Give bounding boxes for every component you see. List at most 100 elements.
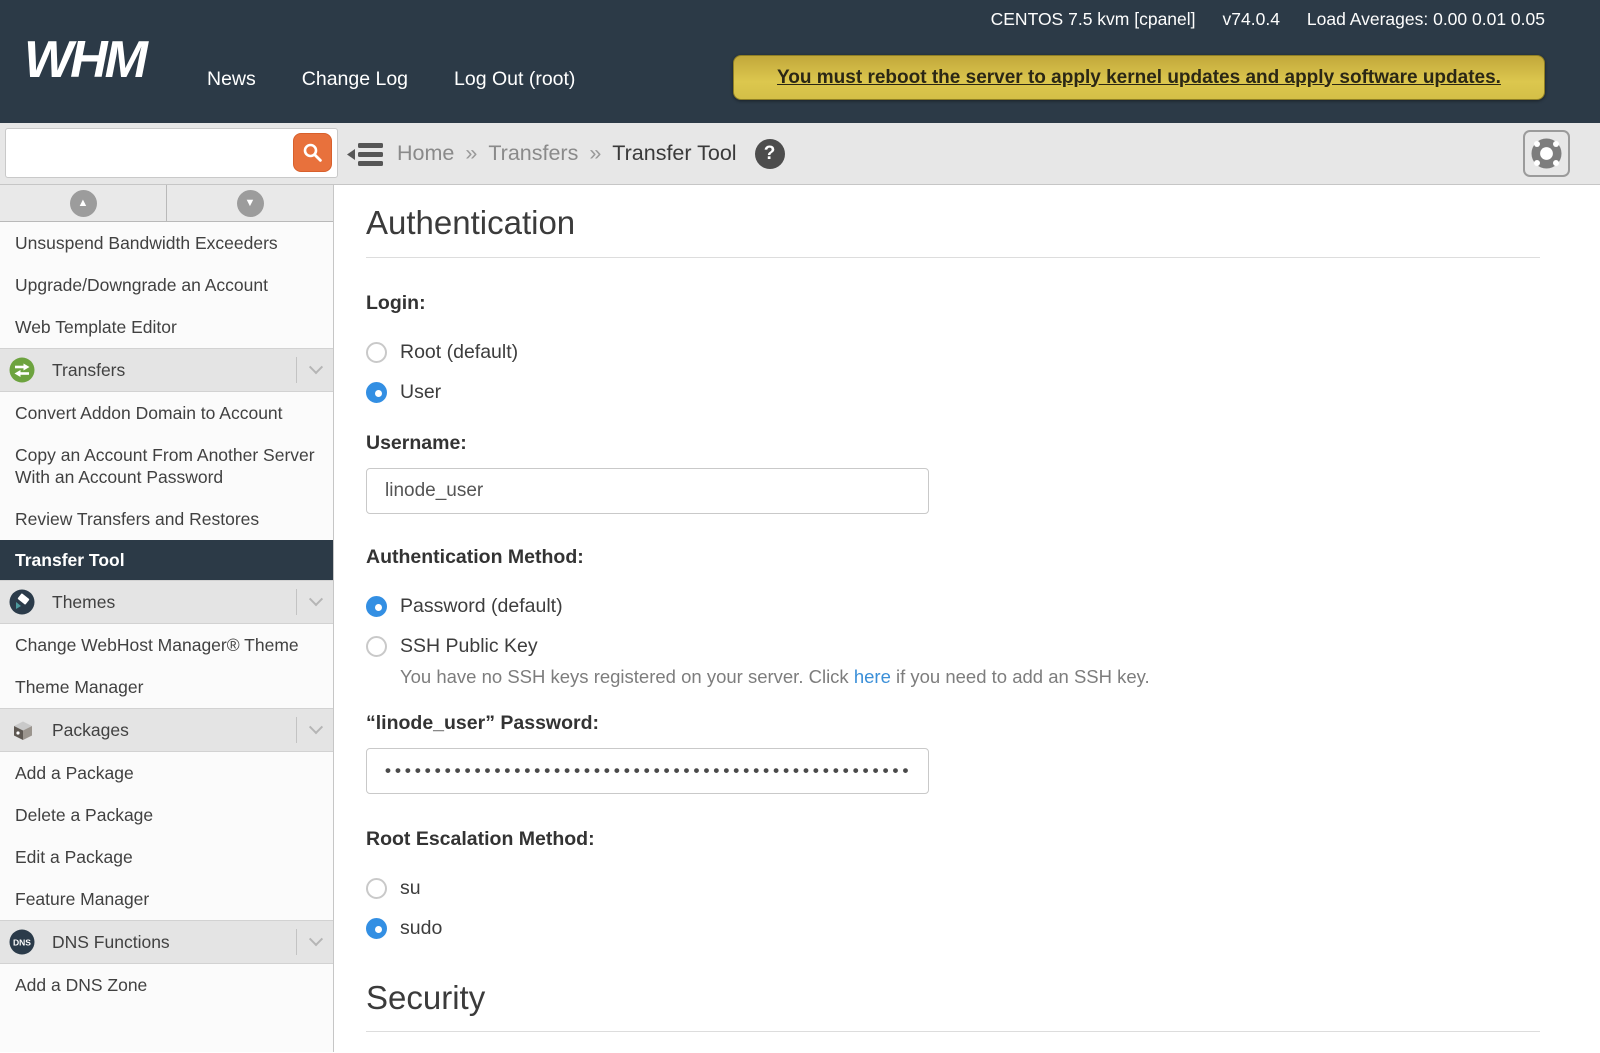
toolbar: Home » Transfers » Transfer Tool ?	[0, 123, 1600, 185]
sidebar-section-dns-functions[interactable]: DNS DNS Functions	[0, 920, 333, 964]
transfers-icon	[9, 357, 35, 383]
radio-checked-icon[interactable]	[366, 596, 387, 617]
ssh-note-text: if you need to add an SSH key.	[891, 666, 1150, 687]
system-info: CENTOS 7.5 kvm [cpanel]	[991, 9, 1196, 30]
sidebar-item-review-transfers-restores[interactable]: Review Transfers and Restores	[0, 498, 333, 540]
breadcrumb-current: Transfer Tool	[612, 141, 736, 166]
chevron-down-icon[interactable]	[309, 360, 323, 374]
chevron-down-icon[interactable]	[309, 932, 323, 946]
search-input[interactable]	[6, 129, 288, 177]
auth-option-ssh-key-label: SSH Public Key	[400, 635, 538, 658]
search-button[interactable]	[293, 133, 332, 172]
ssh-note-text: You have no SSH keys registered on your …	[400, 666, 854, 687]
system-status-bar: CENTOS 7.5 kvm [cpanel] v74.0.4 Load Ave…	[991, 9, 1545, 30]
sidebar-section-themes[interactable]: Themes	[0, 580, 333, 624]
nav-change-log[interactable]: Change Log	[302, 68, 408, 91]
sidebar-section-transfers[interactable]: Transfers	[0, 348, 333, 392]
help-icon[interactable]: ?	[755, 139, 785, 169]
login-option-user-label: User	[400, 381, 441, 404]
top-nav: News Change Log Log Out (root)	[207, 68, 575, 91]
chevron-down-icon[interactable]	[309, 720, 323, 734]
load-averages: Load Averages: 0.00 0.01 0.05	[1307, 9, 1545, 30]
search-box	[5, 128, 338, 178]
radio-checked-icon[interactable]	[366, 382, 387, 403]
root-escalation-label: Root Escalation Method:	[366, 828, 1540, 851]
login-option-root[interactable]: Root (default)	[366, 341, 1540, 364]
arrow-down-icon: ▼	[237, 190, 264, 217]
collapse-sidebar-icon	[346, 141, 384, 168]
sidebar-scroll-down-button[interactable]: ▼	[167, 185, 333, 221]
section-divider	[296, 357, 297, 383]
login-option-root-label: Root (default)	[400, 341, 518, 364]
support-life-ring-icon	[1529, 136, 1564, 171]
arrow-up-icon: ▲	[70, 190, 97, 217]
ssh-key-note: You have no SSH keys registered on your …	[400, 666, 1540, 688]
sidebar-section-label: Transfers	[52, 360, 296, 381]
chevron-down-icon[interactable]	[309, 592, 323, 606]
auth-option-password-label: Password (default)	[400, 595, 563, 618]
radio-unchecked-icon[interactable]	[366, 342, 387, 363]
sidebar-section-packages[interactable]: Packages	[0, 708, 333, 752]
sidebar-item-add-a-dns-zone[interactable]: Add a DNS Zone	[0, 964, 333, 1006]
sidebar: ▲ ▼ Unsuspend Bandwidth Exceeders Upgrad…	[0, 185, 334, 1052]
sidebar-item-unsuspend-bandwidth-exceeders[interactable]: Unsuspend Bandwidth Exceeders	[0, 222, 333, 264]
sidebar-item-delete-a-package[interactable]: Delete a Package	[0, 794, 333, 836]
login-label: Login:	[366, 292, 1540, 315]
themes-icon	[9, 589, 35, 615]
security-section-title: Security	[366, 978, 1540, 1033]
auth-method-label: Authentication Method:	[366, 546, 1540, 569]
nav-log-out[interactable]: Log Out (root)	[454, 68, 575, 91]
ssh-note-here-link[interactable]: here	[854, 666, 891, 687]
radio-unchecked-icon[interactable]	[366, 636, 387, 657]
version-label: v74.0.4	[1223, 9, 1280, 30]
breadcrumb-separator: »	[465, 141, 477, 166]
sidebar-item-change-whm-theme[interactable]: Change WebHost Manager® Theme	[0, 624, 333, 666]
sidebar-item-upgrade-downgrade-account[interactable]: Upgrade/Downgrade an Account	[0, 264, 333, 306]
login-option-user[interactable]: User	[366, 381, 1540, 404]
password-input[interactable]	[366, 748, 929, 794]
sidebar-item-copy-account-password[interactable]: Copy an Account From Another Server With…	[0, 434, 333, 498]
auth-option-password[interactable]: Password (default)	[366, 595, 1540, 618]
radio-unchecked-icon[interactable]	[366, 878, 387, 899]
password-label: “linode_user” Password:	[366, 712, 1540, 735]
section-divider	[296, 717, 297, 743]
packages-icon	[9, 717, 35, 743]
section-divider	[296, 929, 297, 955]
username-label: Username:	[366, 432, 1540, 455]
support-button[interactable]	[1523, 130, 1570, 177]
main-content: Authentication Login: Root (default) Use…	[334, 185, 1600, 1052]
whm-logo[interactable]: WHM	[24, 34, 145, 86]
sidebar-section-label: Themes	[52, 592, 296, 613]
escalation-radio-group: su sudo	[366, 877, 1540, 940]
breadcrumb-transfers[interactable]: Transfers	[488, 141, 578, 166]
auth-option-ssh-key[interactable]: SSH Public Key	[366, 635, 1540, 658]
search-icon	[302, 142, 323, 163]
sidebar-item-feature-manager[interactable]: Feature Manager	[0, 878, 333, 920]
collapse-sidebar-button[interactable]	[346, 139, 384, 169]
breadcrumb: Home » Transfers » Transfer Tool ?	[397, 123, 785, 184]
reboot-alert-link[interactable]: You must reboot the server to apply kern…	[733, 55, 1545, 100]
section-divider	[296, 589, 297, 615]
sidebar-item-edit-a-package[interactable]: Edit a Package	[0, 836, 333, 878]
nav-news[interactable]: News	[207, 68, 256, 91]
sidebar-item-web-template-editor[interactable]: Web Template Editor	[0, 306, 333, 348]
escalation-option-su-label: su	[400, 877, 421, 900]
escalation-option-sudo[interactable]: sudo	[366, 917, 1540, 940]
sidebar-item-add-a-package[interactable]: Add a Package	[0, 752, 333, 794]
authentication-section-title: Authentication	[366, 203, 1540, 258]
sidebar-item-convert-addon-domain[interactable]: Convert Addon Domain to Account	[0, 392, 333, 434]
sidebar-item-transfer-tool[interactable]: Transfer Tool	[0, 540, 333, 580]
sidebar-section-label: Packages	[52, 720, 296, 741]
svg-text:DNS: DNS	[13, 938, 31, 948]
login-radio-group: Root (default) User	[366, 341, 1540, 404]
auth-method-radio-group: Password (default) SSH Public Key	[366, 595, 1540, 658]
radio-checked-icon[interactable]	[366, 918, 387, 939]
username-input[interactable]	[366, 468, 929, 514]
sidebar-item-theme-manager[interactable]: Theme Manager	[0, 666, 333, 708]
sidebar-section-label: DNS Functions	[52, 932, 296, 953]
top-header: CENTOS 7.5 kvm [cpanel] v74.0.4 Load Ave…	[0, 0, 1600, 123]
breadcrumb-separator: »	[589, 141, 601, 166]
escalation-option-su[interactable]: su	[366, 877, 1540, 900]
breadcrumb-home[interactable]: Home	[397, 141, 454, 166]
sidebar-scroll-up-button[interactable]: ▲	[0, 185, 167, 221]
